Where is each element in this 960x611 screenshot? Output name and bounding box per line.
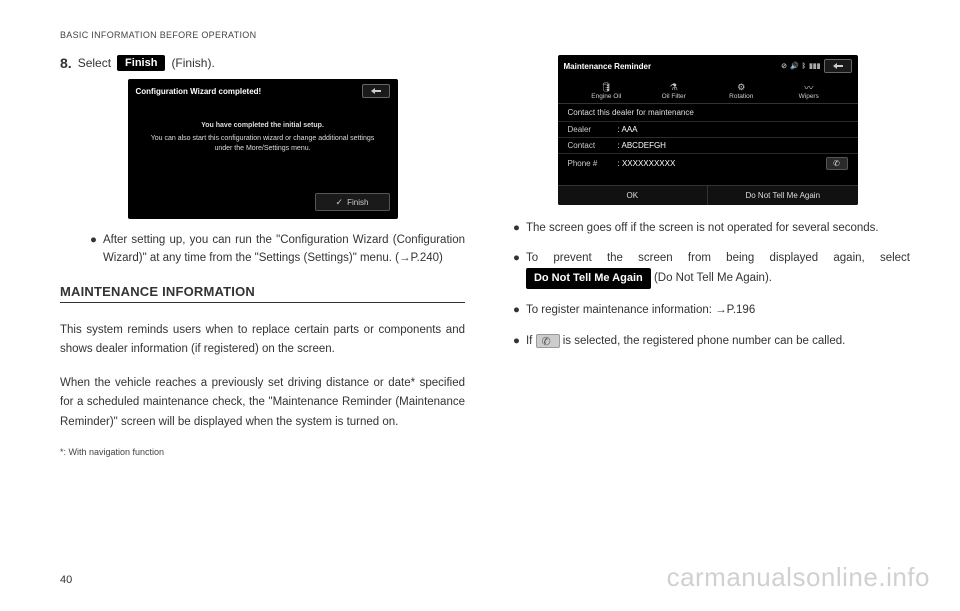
right-bullet-4: ● If is selected, the registered phone n… — [513, 332, 910, 350]
right-bullet-1: ● The screen goes off if the screen is n… — [513, 219, 910, 237]
bullet-dot: ● — [513, 332, 520, 350]
contact-row: Contact : ABCDEFGH — [558, 137, 858, 153]
right-bullet-3: ● To register maintenance information: →… — [513, 301, 910, 319]
right-bullet-2-pre: To prevent the screen from being display… — [526, 252, 910, 264]
step-text-pre: Select — [78, 56, 111, 70]
left-bullet-1-text: After setting up, you can run the "Confi… — [103, 231, 465, 268]
wipers-icon: 〰 — [802, 82, 816, 92]
tab-wipers: 〰 Wipers — [775, 79, 843, 103]
page-header: BASIC INFORMATION BEFORE OPERATION — [60, 30, 910, 40]
bullet-dot: ● — [513, 219, 520, 237]
page-number: 40 — [60, 574, 72, 586]
check-icon: ✓ — [336, 197, 344, 208]
right-column: Maintenance Reminder ⊘ 🔊 ᛒ ▮▮▮ 🛢 Engine … — [505, 55, 910, 457]
right-bullet-4-pre: If — [526, 335, 536, 347]
phone-label: Phone # — [568, 159, 618, 168]
tab-label-2: Rotation — [729, 93, 753, 100]
phone-call-button: ✆ — [826, 157, 848, 170]
rotation-icon: ⚙ — [734, 82, 748, 92]
finish-button-label: Finish — [117, 55, 165, 71]
signal-icon: ▮▮▮ — [809, 62, 821, 70]
step-text-post: (Finish). — [171, 56, 214, 70]
back-icon — [362, 84, 390, 98]
ss1-body-bold: You have completed the initial setup. — [148, 121, 378, 131]
tab-label-3: Wipers — [799, 93, 819, 100]
engine-oil-icon: 🛢 — [599, 82, 613, 92]
volume-icon: 🔊 — [790, 62, 799, 70]
right-bullet-4-content: If is selected, the registered phone num… — [526, 332, 845, 350]
tab-label-0: Engine Oil — [591, 93, 621, 100]
ok-button: OK — [558, 186, 709, 205]
oil-filter-icon: ⚗ — [667, 82, 681, 92]
ss1-finish-label: Finish — [347, 198, 368, 207]
do-not-tell-label: Do Not Tell Me Again — [526, 268, 651, 290]
dealer-row: Dealer : AAA — [558, 121, 858, 137]
mute-icon: ⊘ — [781, 62, 787, 70]
ss2-title: Maintenance Reminder — [564, 62, 652, 71]
tab-label-1: Oil Filter — [662, 93, 686, 100]
right-bullet-2: ● To prevent the screen from being displ… — [513, 249, 910, 289]
bullet-dot: ● — [513, 301, 520, 319]
para-1: This system reminds users when to replac… — [60, 321, 465, 360]
back-icon — [824, 59, 852, 73]
config-wizard-screenshot: Configuration Wizard completed! You have… — [128, 79, 398, 219]
right-bullet-3-text: To register maintenance information: →P.… — [526, 301, 755, 319]
status-icons: ⊘ 🔊 ᛒ ▮▮▮ — [781, 59, 851, 73]
maintenance-reminder-screenshot: Maintenance Reminder ⊘ 🔊 ᛒ ▮▮▮ 🛢 Engine … — [558, 55, 858, 205]
ss2-contact-line: Contact this dealer for maintenance — [558, 104, 858, 121]
right-bullet-2-post: (Do Not Tell Me Again). — [654, 272, 772, 284]
tab-rotation: ⚙ Rotation — [708, 79, 776, 103]
ss1-finish-button: ✓ Finish — [315, 193, 390, 211]
left-bullet-1: ● After setting up, you can run the "Con… — [90, 231, 465, 268]
ss1-body-line: You can also start this configuration wi… — [148, 134, 378, 154]
ss1-title: Configuration Wizard completed! — [136, 87, 262, 96]
dealer-value: : AAA — [618, 125, 848, 134]
tab-engine-oil: 🛢 Engine Oil — [573, 79, 641, 103]
right-bullet-1-text: The screen goes off if the screen is not… — [526, 219, 879, 237]
phone-icon — [536, 334, 560, 348]
bluetooth-icon: ᛒ — [802, 63, 806, 70]
para-2: When the vehicle reaches a previously se… — [60, 374, 465, 433]
right-bullet-2-content: To prevent the screen from being display… — [526, 249, 910, 289]
tab-oil-filter: ⚗ Oil Filter — [640, 79, 708, 103]
phone-value: : XXXXXXXXXX — [618, 159, 826, 168]
phone-row: Phone # : XXXXXXXXXX ✆ — [558, 153, 858, 173]
right-bullet-4-post: is selected, the registered phone number… — [563, 335, 846, 347]
do-not-tell-button: Do Not Tell Me Again — [708, 186, 858, 205]
watermark: carmanualsonline.info — [667, 562, 930, 593]
footnote: *: With navigation function — [60, 447, 465, 457]
step-number: 8. — [60, 55, 72, 71]
left-column: 8. Select Finish (Finish). Configuration… — [60, 55, 465, 457]
dealer-label: Dealer — [568, 125, 618, 134]
step-8-line: 8. Select Finish (Finish). — [60, 55, 465, 71]
bullet-dot: ● — [90, 231, 97, 268]
bullet-dot: ● — [513, 249, 520, 289]
maintenance-heading: MAINTENANCE INFORMATION — [60, 284, 465, 303]
contact-label: Contact — [568, 141, 618, 150]
contact-value: : ABCDEFGH — [618, 141, 848, 150]
